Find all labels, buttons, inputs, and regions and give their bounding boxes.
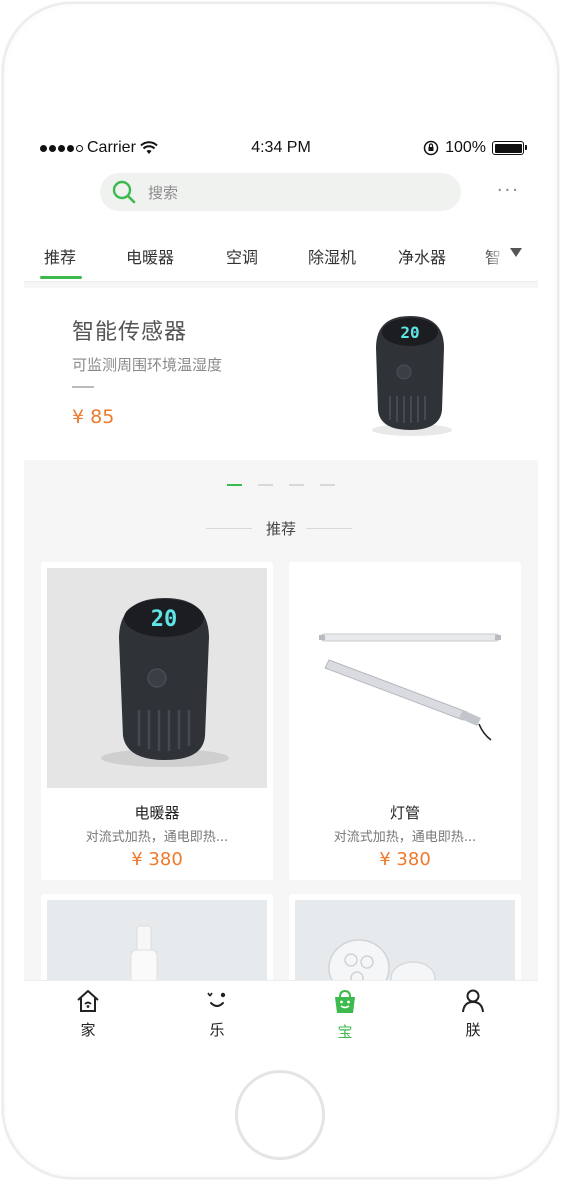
- nav-label: 宝: [337, 1023, 353, 1041]
- product-desc: 对流式加热，通电即热...: [85, 830, 229, 845]
- heater-image: 20: [101, 598, 229, 767]
- nav-label: 家: [80, 1021, 96, 1039]
- product-price: ¥ 380: [379, 849, 431, 870]
- nav-item-fun[interactable]: 乐: [187, 989, 247, 1040]
- shopping-bag-icon: [335, 989, 355, 1013]
- product-name: 灯管: [389, 804, 420, 822]
- search-bar[interactable]: 搜索: [100, 173, 461, 211]
- phone-home-button[interactable]: [235, 1070, 325, 1160]
- battery-percent: 100%: [445, 139, 486, 156]
- promo-banner[interactable]: 智能传感器 可监测周围环境温湿度 ¥ 85 20: [24, 288, 538, 460]
- tab-aircon[interactable]: 空调: [226, 244, 258, 268]
- sensor-display-value: 20: [400, 323, 419, 342]
- status-bar: Carrier 4:34 PM 100%: [24, 134, 538, 162]
- active-tab-indicator: [40, 276, 82, 279]
- pager-dot[interactable]: [258, 484, 273, 486]
- tab-recommend[interactable]: 推荐: [44, 244, 76, 268]
- nav-label: 朕: [465, 1021, 481, 1039]
- tab-water-purifier[interactable]: 净水器: [398, 244, 446, 268]
- banner-price: ¥ 85: [72, 406, 115, 428]
- app-screen: Carrier 4:34 PM 100% 搜索 ··· 推荐 电暖器 空调 除湿…: [24, 134, 538, 1050]
- heater-display-value: 20: [151, 607, 178, 632]
- nav-label: 乐: [209, 1021, 225, 1039]
- status-right: 100%: [423, 139, 527, 157]
- banner-title: 智能传感器: [72, 320, 188, 345]
- product-card-heater[interactable]: 20 电暖器 对流式加热，通电即热... ¥ 380: [41, 562, 273, 880]
- sensor-product-image: 20: [372, 316, 452, 436]
- banner-subtitle: 可监测周围环境温湿度: [72, 356, 223, 374]
- product-price: ¥ 380: [131, 849, 183, 870]
- pager-dot[interactable]: [289, 484, 304, 486]
- search-icon: [112, 180, 136, 204]
- nav-item-treasure[interactable]: 宝: [315, 989, 375, 1042]
- battery-icon: [492, 141, 527, 155]
- banner-pager: [24, 484, 538, 486]
- user-icon: [462, 989, 484, 1013]
- category-tabs: 推荐 电暖器 空调 除湿机 净水器 智: [24, 230, 538, 282]
- pager-dot[interactable]: [320, 484, 335, 486]
- bottom-nav: 家 乐 宝 朕: [24, 980, 538, 1050]
- header: 搜索 ···: [24, 162, 538, 230]
- product-image: 20: [47, 568, 267, 788]
- nav-item-home[interactable]: 家: [58, 989, 118, 1040]
- tab-heater[interactable]: 电暖器: [126, 244, 174, 268]
- pager-dot[interactable]: [227, 484, 242, 486]
- banner-divider: [72, 386, 94, 388]
- product-image: [295, 568, 515, 788]
- nav-item-me[interactable]: 朕: [443, 989, 503, 1040]
- more-menu-button[interactable]: ···: [497, 180, 520, 201]
- expand-tabs-icon[interactable]: [510, 248, 522, 257]
- home-icon: [77, 990, 99, 1012]
- tube-light-image: [319, 633, 501, 741]
- fun-icon: [207, 992, 226, 1007]
- product-card-tube-light[interactable]: 灯管 对流式加热，通电即热... ¥ 380: [289, 562, 521, 880]
- product-desc: 对流式加热，通电即热...: [333, 830, 477, 845]
- rotation-lock-icon: [423, 140, 439, 156]
- tab-dehumidifier[interactable]: 除湿机: [308, 244, 356, 268]
- section-title: 推荐: [24, 518, 538, 539]
- product-name: 电暖器: [134, 804, 180, 822]
- search-input[interactable]: 搜索: [148, 182, 178, 203]
